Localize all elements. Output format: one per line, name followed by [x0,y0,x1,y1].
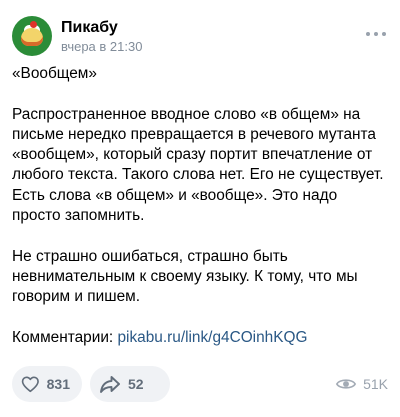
likes-count: 831 [46,376,70,392]
views-count: 51K [363,376,388,392]
heart-icon [21,376,39,393]
post-card: Пикабу вчера в 21:30 «Вообщем» Распростр… [0,0,400,417]
comments-link[interactable]: pikabu.ru/link/g4COinhKQG [118,329,308,346]
channel-avatar[interactable] [12,16,52,56]
more-dot-icon [382,32,386,36]
post-header: Пикабу вчера в 21:30 [12,14,388,58]
comments-label: Комментарии: [12,328,118,346]
views-counter: 51K [335,366,388,402]
post-title: «Вообщем» [12,65,97,82]
post-time[interactable]: вчера в 21:30 [61,39,142,54]
post-paragraph: Распространенное вводное слово «в общем»… [12,105,384,225]
comments-line: Комментарии: pikabu.ru/link/g4COinhKQG [12,328,388,348]
channel-name[interactable]: Пикабу [61,19,118,37]
post-footer: 831 52 51K [12,366,388,402]
shares-count: 52 [128,376,144,392]
more-dot-icon [366,32,370,36]
more-dot-icon [374,32,378,36]
share-arrow-icon [100,376,120,393]
share-button[interactable]: 52 [90,366,170,402]
post-paragraph: Не страшно ошибаться, страшно быть невни… [12,247,358,306]
cherry-icon [30,21,37,28]
eye-icon [335,379,357,389]
more-options-button[interactable] [364,26,388,42]
cake-icon [21,28,43,46]
like-button[interactable]: 831 [12,366,82,402]
post-text: «Вообщем» Распространенное вводное слово… [12,64,388,348]
